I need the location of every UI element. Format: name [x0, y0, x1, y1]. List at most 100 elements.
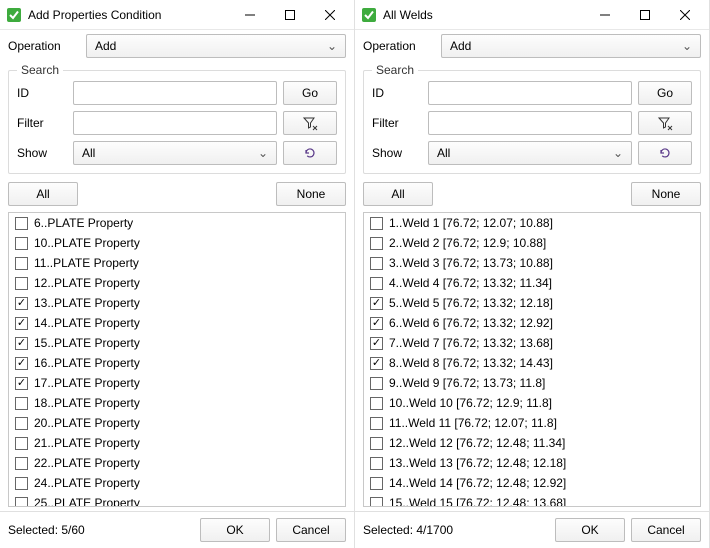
- list-item[interactable]: 15..Weld 15 [76.72; 12.48; 13.68]: [364, 493, 700, 506]
- cancel-button[interactable]: Cancel: [276, 518, 346, 542]
- list-item[interactable]: 12..PLATE Property: [9, 273, 345, 293]
- checkbox[interactable]: [370, 277, 383, 290]
- filter-input[interactable]: [428, 111, 632, 135]
- checkbox[interactable]: [15, 277, 28, 290]
- checkbox[interactable]: [15, 217, 28, 230]
- go-button[interactable]: Go: [638, 81, 692, 105]
- select-none-button[interactable]: None: [276, 182, 346, 206]
- list-item[interactable]: 22..PLATE Property: [9, 453, 345, 473]
- list-item-label: 10..Weld 10 [76.72; 12.9; 11.8]: [389, 396, 552, 410]
- maximize-button[interactable]: [270, 0, 310, 30]
- minimize-button[interactable]: [585, 0, 625, 30]
- property-list[interactable]: 6..PLATE Property10..PLATE Property11..P…: [9, 213, 345, 506]
- checkbox[interactable]: [370, 377, 383, 390]
- checkbox[interactable]: [15, 377, 28, 390]
- id-input[interactable]: [428, 81, 632, 105]
- list-item[interactable]: 6..PLATE Property: [9, 213, 345, 233]
- list-item[interactable]: 17..PLATE Property: [9, 373, 345, 393]
- list-item[interactable]: 25..PLATE Property: [9, 493, 345, 506]
- cancel-button[interactable]: Cancel: [631, 518, 701, 542]
- list-item[interactable]: 6..Weld 6 [76.72; 13.32; 12.92]: [364, 313, 700, 333]
- filter-input[interactable]: [73, 111, 277, 135]
- checkbox[interactable]: [15, 317, 28, 330]
- go-button[interactable]: Go: [283, 81, 337, 105]
- list-item[interactable]: 10..PLATE Property: [9, 233, 345, 253]
- id-input[interactable]: [73, 81, 277, 105]
- checkbox[interactable]: [370, 397, 383, 410]
- refresh-button[interactable]: [283, 141, 337, 165]
- list-item[interactable]: 21..PLATE Property: [9, 433, 345, 453]
- show-value: All: [82, 146, 95, 160]
- select-all-button[interactable]: All: [8, 182, 78, 206]
- filter-clear-button[interactable]: [283, 111, 337, 135]
- list-item[interactable]: 7..Weld 7 [76.72; 13.32; 13.68]: [364, 333, 700, 353]
- ok-button[interactable]: OK: [555, 518, 625, 542]
- checkbox[interactable]: [370, 417, 383, 430]
- checkbox[interactable]: [15, 437, 28, 450]
- list-item[interactable]: 2..Weld 2 [76.72; 12.9; 10.88]: [364, 233, 700, 253]
- show-label: Show: [372, 146, 422, 160]
- checkbox[interactable]: [370, 257, 383, 270]
- app-check-icon: [6, 7, 22, 23]
- search-group-title: Search: [372, 63, 418, 77]
- checkbox[interactable]: [370, 497, 383, 507]
- checkbox[interactable]: [15, 337, 28, 350]
- checkbox[interactable]: [15, 457, 28, 470]
- list-item[interactable]: 20..PLATE Property: [9, 413, 345, 433]
- close-button[interactable]: [665, 0, 705, 30]
- list-item[interactable]: 9..Weld 9 [76.72; 13.73; 11.8]: [364, 373, 700, 393]
- list-item[interactable]: 10..Weld 10 [76.72; 12.9; 11.8]: [364, 393, 700, 413]
- checkbox[interactable]: [15, 497, 28, 507]
- maximize-button[interactable]: [625, 0, 665, 30]
- list-item[interactable]: 16..PLATE Property: [9, 353, 345, 373]
- list-item[interactable]: 14..PLATE Property: [9, 313, 345, 333]
- minimize-button[interactable]: [230, 0, 270, 30]
- checkbox[interactable]: [370, 457, 383, 470]
- checkbox[interactable]: [15, 357, 28, 370]
- list-item[interactable]: 13..Weld 13 [76.72; 12.48; 12.18]: [364, 453, 700, 473]
- checkbox[interactable]: [370, 217, 383, 230]
- checkbox[interactable]: [15, 397, 28, 410]
- checkbox[interactable]: [370, 437, 383, 450]
- filter-clear-button[interactable]: [638, 111, 692, 135]
- checkbox[interactable]: [370, 317, 383, 330]
- list-item[interactable]: 3..Weld 3 [76.72; 13.73; 10.88]: [364, 253, 700, 273]
- refresh-button[interactable]: [638, 141, 692, 165]
- list-item[interactable]: 5..Weld 5 [76.72; 13.32; 12.18]: [364, 293, 700, 313]
- checkbox[interactable]: [15, 257, 28, 270]
- list-item[interactable]: 11..PLATE Property: [9, 253, 345, 273]
- list-item[interactable]: 18..PLATE Property: [9, 393, 345, 413]
- select-all-button[interactable]: All: [363, 182, 433, 206]
- list-item[interactable]: 11..Weld 11 [76.72; 12.07; 11.8]: [364, 413, 700, 433]
- status-text: Selected: 4/1700: [363, 523, 549, 537]
- checkbox[interactable]: [370, 237, 383, 250]
- operation-label: Operation: [8, 39, 78, 53]
- list-item[interactable]: 1..Weld 1 [76.72; 12.07; 10.88]: [364, 213, 700, 233]
- chevron-down-icon: ⌄: [327, 39, 337, 53]
- list-item[interactable]: 14..Weld 14 [76.72; 12.48; 12.92]: [364, 473, 700, 493]
- pane-properties: Add Properties Condition Operation Add ⌄…: [0, 0, 355, 548]
- ok-button[interactable]: OK: [200, 518, 270, 542]
- checkbox[interactable]: [370, 337, 383, 350]
- list-item[interactable]: 24..PLATE Property: [9, 473, 345, 493]
- list-item[interactable]: 8..Weld 8 [76.72; 13.32; 14.43]: [364, 353, 700, 373]
- list-item[interactable]: 12..Weld 12 [76.72; 12.48; 11.34]: [364, 433, 700, 453]
- close-button[interactable]: [310, 0, 350, 30]
- checkbox[interactable]: [370, 297, 383, 310]
- checkbox[interactable]: [370, 477, 383, 490]
- operation-combo[interactable]: Add ⌄: [86, 34, 346, 58]
- checkbox[interactable]: [15, 297, 28, 310]
- checkbox[interactable]: [15, 237, 28, 250]
- weld-list[interactable]: 1..Weld 1 [76.72; 12.07; 10.88]2..Weld 2…: [364, 213, 700, 506]
- list-item[interactable]: 15..PLATE Property: [9, 333, 345, 353]
- checkbox[interactable]: [370, 357, 383, 370]
- list-item[interactable]: 13..PLATE Property: [9, 293, 345, 313]
- checkbox[interactable]: [15, 417, 28, 430]
- checkbox[interactable]: [15, 477, 28, 490]
- operation-combo[interactable]: Add ⌄: [441, 34, 701, 58]
- select-none-button[interactable]: None: [631, 182, 701, 206]
- show-combo[interactable]: All ⌄: [428, 141, 632, 165]
- show-combo[interactable]: All ⌄: [73, 141, 277, 165]
- list-item-label: 4..Weld 4 [76.72; 13.32; 11.34]: [389, 276, 552, 290]
- list-item[interactable]: 4..Weld 4 [76.72; 13.32; 11.34]: [364, 273, 700, 293]
